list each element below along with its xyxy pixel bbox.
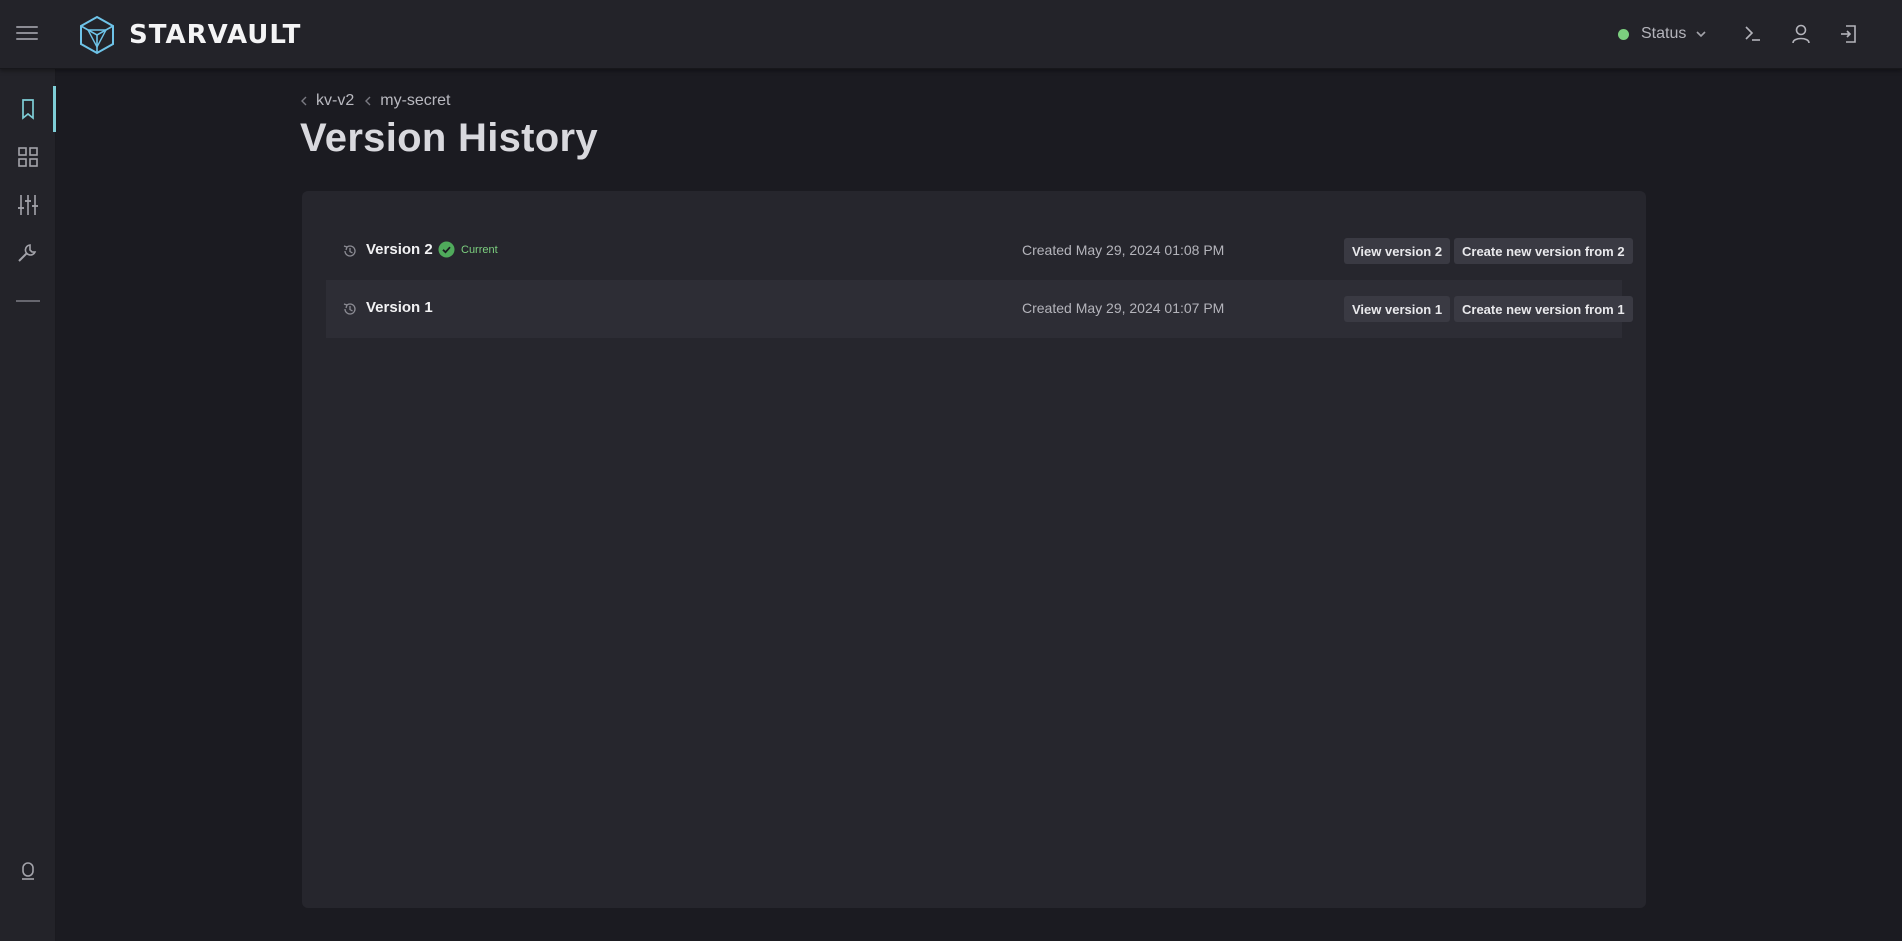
- bookmark-icon: [22, 99, 34, 120]
- version-row: Version 1 Created May 29, 2024 01:07 PM …: [326, 280, 1633, 338]
- page-title: Version History: [300, 116, 598, 160]
- breadcrumb-label: my-secret: [380, 92, 451, 109]
- chevron-down-icon: [1696, 31, 1706, 38]
- breadcrumb-label: kv-v2: [316, 92, 355, 109]
- chevron-left-icon: [365, 96, 371, 106]
- status-indicator: [1618, 28, 1629, 40]
- view-version-button[interactable]: View version 2: [1344, 238, 1451, 264]
- breadcrumb: kv-v2 my-secret: [300, 92, 450, 110]
- version-name: Version 1: [366, 299, 433, 316]
- current-badge: Current: [438, 241, 498, 258]
- view-version-button[interactable]: View version 1: [1344, 296, 1451, 322]
- vault-help-icon[interactable]: [16, 859, 40, 883]
- app-logo[interactable]: STARVAULT: [78, 13, 301, 57]
- status-dropdown[interactable]: Status: [1618, 22, 1708, 46]
- version-name: Version 2: [366, 241, 433, 258]
- sidebar-item-secrets[interactable]: [0, 86, 56, 132]
- create-new-version-button[interactable]: Create new version from 2: [1454, 238, 1633, 264]
- sidebar-item-tools[interactable]: [0, 230, 56, 276]
- brand-name: STARVAULT: [129, 20, 302, 50]
- user-icon[interactable]: [1789, 22, 1813, 46]
- logo-icon: [80, 15, 114, 55]
- create-new-version-button[interactable]: Create new version from 1: [1454, 296, 1633, 322]
- top-navigation-bar: STARVAULT Status: [0, 0, 1902, 69]
- check-circle-icon: [438, 241, 455, 258]
- chevron-left-icon: [301, 96, 307, 106]
- version-row: Version 2 Current Created May 29, 2024 0…: [326, 222, 1633, 280]
- history-icon: [343, 303, 356, 315]
- breadcrumb-item-my-secret[interactable]: my-secret: [364, 92, 450, 110]
- grid-icon: [18, 147, 38, 167]
- sidebar: [0, 69, 56, 941]
- sliders-icon: [18, 195, 38, 215]
- logout-icon[interactable]: [1837, 22, 1861, 46]
- version-history-card: Version 2 Current Created May 29, 2024 0…: [302, 191, 1646, 908]
- sidebar-item-dashboard[interactable]: [0, 134, 56, 180]
- status-label: Status: [1641, 25, 1687, 42]
- current-label: Current: [461, 243, 498, 256]
- sidebar-item-settings[interactable]: [0, 182, 56, 228]
- sidebar-divider: [16, 300, 40, 302]
- menu-icon[interactable]: [16, 26, 40, 42]
- terminal-icon[interactable]: [1741, 22, 1765, 46]
- created-date: Created May 29, 2024 01:07 PM: [1022, 300, 1225, 316]
- wrench-icon: [18, 244, 37, 262]
- created-date: Created May 29, 2024 01:08 PM: [1022, 242, 1225, 258]
- breadcrumb-item-kv-v2[interactable]: kv-v2: [300, 92, 354, 110]
- history-icon: [343, 245, 356, 257]
